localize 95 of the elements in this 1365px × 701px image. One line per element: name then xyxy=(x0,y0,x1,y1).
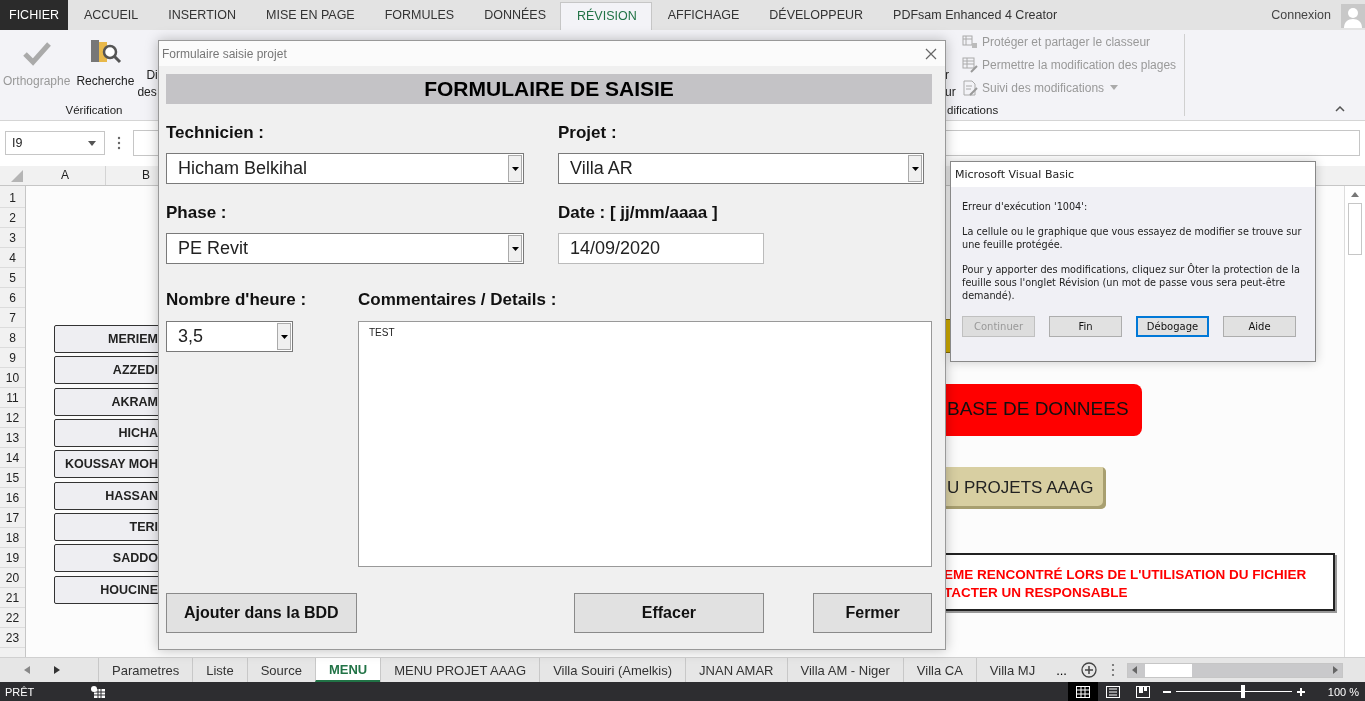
macro-record-icon[interactable] xyxy=(91,685,106,698)
ribbon-tab[interactable]: FORMULES xyxy=(368,0,469,30)
scroll-left-icon[interactable] xyxy=(1132,666,1137,674)
group-label: Vérification xyxy=(64,103,124,116)
caret-icon xyxy=(280,334,288,339)
ribbon-tab[interactable]: INSERTION xyxy=(152,0,251,30)
scroll-right-icon[interactable] xyxy=(1333,666,1338,674)
row-header[interactable]: 22 xyxy=(0,607,25,628)
combo-box[interactable]: 3,5 xyxy=(166,321,293,352)
row-header[interactable]: 17 xyxy=(0,507,25,528)
ribbon-tab[interactable]: RÉVISION xyxy=(560,2,652,30)
more-sheets-button[interactable]: ... xyxy=(1048,658,1073,682)
ribbon-label: ur xyxy=(945,84,956,99)
ribbon-tab[interactable]: MISE EN PAGE xyxy=(250,0,369,30)
row-header[interactable]: 18 xyxy=(0,527,25,548)
form-heading: FORMULAIRE DE SAISIE xyxy=(166,74,932,104)
dialog-button[interactable]: Fin xyxy=(1049,316,1122,337)
more-icon[interactable] xyxy=(1111,663,1115,677)
form-button[interactable]: Fermer xyxy=(813,593,932,633)
row-header[interactable]: 23 xyxy=(0,627,25,648)
dialog-title: Formulaire saisie projet xyxy=(162,46,287,61)
row-header[interactable]: 14 xyxy=(0,447,25,468)
row-header[interactable]: 6 xyxy=(0,287,25,308)
dialog-button[interactable]: Débogage xyxy=(1136,316,1209,337)
normal-view-button[interactable] xyxy=(1067,682,1098,701)
document-pencil-icon xyxy=(962,79,978,96)
form-button[interactable]: Ajouter dans la BDD xyxy=(166,593,357,633)
next-sheet-icon[interactable] xyxy=(54,666,60,674)
combo-box[interactable]: Villa AR xyxy=(558,153,924,184)
comments-field[interactable]: TEST xyxy=(358,321,932,567)
field-label: Projet : xyxy=(558,122,617,144)
row-header[interactable]: 7 xyxy=(0,307,25,328)
horizontal-scrollbar[interactable] xyxy=(1127,662,1343,678)
scroll-up-icon[interactable] xyxy=(1351,191,1359,197)
error-message: Pour y apporter des modifications, cliquez sur Ôter la protection de la feuille sous l'onglet Révision (un mot de passe vous sera peut-être demandé). xyxy=(962,263,1301,302)
row-header[interactable]: 21 xyxy=(0,587,25,608)
vertical-scrollbar[interactable] xyxy=(1344,185,1365,658)
row-header[interactable]: 12 xyxy=(0,407,25,428)
error-message: La cellule ou le graphique que vous essayez de modifier se trouve sur une feuille protégée. xyxy=(962,225,1303,251)
sheet-tab[interactable]: MENU xyxy=(314,658,381,682)
ribbon-label: des xyxy=(137,84,158,99)
row-header[interactable]: 3 xyxy=(0,227,25,248)
row-header[interactable]: 13 xyxy=(0,427,25,448)
row-header[interactable]: 5 xyxy=(0,267,25,288)
page-icon xyxy=(1105,685,1120,698)
row-header[interactable]: 9 xyxy=(0,347,25,368)
previous-sheet-icon[interactable] xyxy=(24,666,30,674)
ribbon-tab[interactable]: DÉVELOPPEUR xyxy=(753,0,878,30)
error-heading: Erreur d'exécution '1004': xyxy=(962,200,1089,213)
row-header[interactable]: 16 xyxy=(0,487,25,508)
more-icon[interactable] xyxy=(117,136,121,151)
sign-in-link[interactable]: Connexion xyxy=(1271,7,1331,22)
row-header[interactable]: 19 xyxy=(0,547,25,568)
field-label: Commentaires / Details : xyxy=(358,289,558,311)
column-header[interactable]: A xyxy=(25,165,106,185)
grid-icon xyxy=(1075,685,1090,698)
status-text: PRÊT xyxy=(5,685,35,698)
add-sheet-icon[interactable] xyxy=(1081,662,1097,678)
ribbon-tab[interactable]: PDFsam Enhanced 4 Creator xyxy=(877,0,1072,30)
form-button[interactable]: Effacer xyxy=(573,593,765,633)
row-header[interactable]: 8 xyxy=(0,327,25,348)
ribbon-tab[interactable]: DONNÉES xyxy=(468,0,560,30)
row-header[interactable]: 11 xyxy=(0,387,25,408)
row-header[interactable]: 20 xyxy=(0,567,25,588)
close-icon[interactable] xyxy=(925,47,937,60)
caret-icon xyxy=(88,140,96,146)
file-tab[interactable]: FICHIER xyxy=(0,0,68,30)
dialog-button[interactable]: Aide xyxy=(1223,316,1296,337)
row-header[interactable]: 4 xyxy=(0,247,25,268)
ribbon-label: Di xyxy=(146,67,158,82)
zoom-level[interactable]: 100 % xyxy=(1327,685,1359,698)
field-label: Date : [ jj/mm/aaaa ] xyxy=(558,202,718,224)
ribbon-tab[interactable]: ACCUEIL xyxy=(68,0,153,30)
ribbon-label: r xyxy=(945,67,949,82)
group-label: difications xyxy=(947,103,999,116)
research-button[interactable]: Recherche xyxy=(73,29,138,102)
zoom-in-icon[interactable] xyxy=(1295,686,1306,697)
ribbon-tab[interactable]: AFFICHAGE xyxy=(651,0,754,30)
field-label: Technicien : xyxy=(166,122,264,144)
combo-box[interactable]: PE Revit xyxy=(166,233,524,264)
row-header[interactable]: 2 xyxy=(0,207,25,228)
field-label: Phase : xyxy=(166,202,227,224)
caret-icon xyxy=(511,246,519,251)
row-header[interactable]: 10 xyxy=(0,367,25,388)
scroll-thumb[interactable] xyxy=(1348,202,1362,255)
field-label: Nombre d'heure : xyxy=(166,289,307,311)
row-header[interactable]: 1 xyxy=(0,187,25,208)
grid-pencil-icon xyxy=(962,56,978,73)
collapse-icon[interactable] xyxy=(1335,105,1345,112)
name-box[interactable]: I9 xyxy=(5,131,105,156)
row-header[interactable]: 15 xyxy=(0,467,25,488)
page-break-icon xyxy=(1135,685,1150,698)
dialog-title: Microsoft Visual Basic xyxy=(951,162,1315,187)
combo-box[interactable]: Hicham Belkihal xyxy=(166,153,524,184)
date-field[interactable]: 14/09/2020 xyxy=(558,233,764,264)
